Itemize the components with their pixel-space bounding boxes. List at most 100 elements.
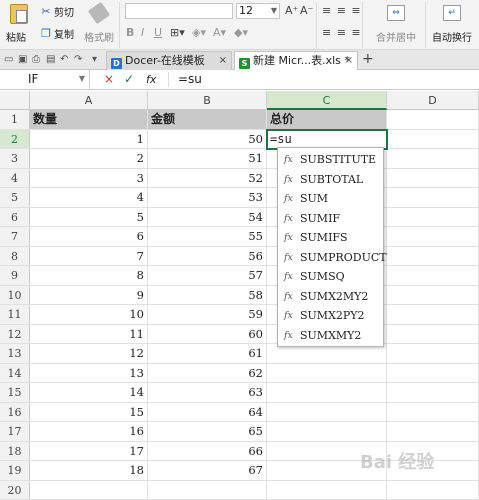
cell-a[interactable]: 8 bbox=[30, 266, 148, 285]
row-number[interactable]: 3 bbox=[0, 149, 30, 168]
cell-c[interactable] bbox=[267, 402, 387, 421]
cell-b[interactable]: 56 bbox=[148, 246, 267, 265]
cell-b[interactable]: 63 bbox=[148, 383, 267, 402]
cell-b[interactable]: 62 bbox=[148, 363, 267, 382]
cell-a[interactable]: 17 bbox=[30, 441, 148, 460]
row-number[interactable]: 12 bbox=[0, 324, 30, 343]
formula-input[interactable]: =su bbox=[178, 70, 202, 89]
text-effect-icon[interactable]: ◆▾ bbox=[234, 26, 248, 40]
autocomplete-item[interactable]: fx SUMPRODUCT bbox=[278, 248, 387, 268]
tab-docer-templates[interactable]: D Docer-在线模板 × bbox=[106, 51, 232, 70]
autocomplete-item[interactable]: fx SUMX2MY2 bbox=[278, 287, 383, 307]
redo-icon[interactable]: ↷ bbox=[74, 53, 82, 67]
row-number[interactable]: 8 bbox=[0, 246, 30, 265]
cell-d[interactable] bbox=[387, 188, 479, 207]
close-icon[interactable]: × bbox=[345, 52, 353, 69]
shrink-font-button[interactable]: A⁻ bbox=[300, 4, 313, 18]
cell-c[interactable]: 总价 bbox=[267, 110, 387, 129]
cell-b[interactable] bbox=[148, 480, 267, 499]
cell-d[interactable] bbox=[387, 266, 479, 285]
cell-a[interactable]: 4 bbox=[30, 188, 148, 207]
cell-b[interactable]: 52 bbox=[148, 168, 267, 187]
cell-d[interactable] bbox=[387, 344, 479, 363]
cell-d[interactable] bbox=[387, 149, 479, 168]
underline-button[interactable]: U bbox=[154, 26, 162, 40]
cell-a[interactable]: 9 bbox=[30, 285, 148, 304]
cell-d[interactable] bbox=[387, 285, 479, 304]
cell-d[interactable] bbox=[387, 324, 479, 343]
open-icon[interactable]: ▭ bbox=[4, 53, 13, 67]
cell-d[interactable] bbox=[387, 207, 479, 226]
grow-font-button[interactable]: A⁺ bbox=[285, 4, 298, 18]
autocomplete-item[interactable]: fx SUMXMY2 bbox=[278, 326, 383, 346]
row-number[interactable]: 7 bbox=[0, 227, 30, 246]
cell-d[interactable] bbox=[387, 110, 479, 129]
cell-d[interactable] bbox=[387, 383, 479, 402]
fill-color-icon[interactable]: ◈▾ bbox=[192, 26, 206, 40]
cell-b[interactable]: 61 bbox=[148, 344, 267, 363]
autocomplete-item[interactable]: fx SUBTOTAL bbox=[278, 170, 383, 190]
cell-d[interactable] bbox=[387, 363, 479, 382]
row-number[interactable]: 11 bbox=[0, 305, 30, 324]
print-icon[interactable]: ⎙ bbox=[32, 53, 40, 67]
cell-b[interactable]: 51 bbox=[148, 149, 267, 168]
cell-a[interactable]: 11 bbox=[30, 324, 148, 343]
cell-a[interactable]: 6 bbox=[30, 227, 148, 246]
autocomplete-item[interactable]: fx SUM bbox=[278, 189, 383, 209]
new-tab-button[interactable]: + bbox=[362, 52, 374, 67]
font-name-select[interactable] bbox=[125, 3, 233, 19]
row-number[interactable]: 6 bbox=[0, 207, 30, 226]
column-header-b[interactable]: B bbox=[148, 91, 267, 110]
italic-button[interactable]: I bbox=[141, 26, 144, 40]
cell-d[interactable] bbox=[387, 129, 479, 148]
format-painter-button[interactable]: 格式刷 bbox=[84, 1, 114, 48]
cancel-icon[interactable]: × bbox=[104, 72, 114, 87]
cell-c[interactable] bbox=[267, 383, 387, 402]
row-number[interactable]: 15 bbox=[0, 383, 30, 402]
cell-b[interactable]: 55 bbox=[148, 227, 267, 246]
customize-arrow-icon[interactable]: ▾ bbox=[92, 53, 97, 67]
row-number[interactable]: 10 bbox=[0, 285, 30, 304]
cell-b[interactable]: 54 bbox=[148, 207, 267, 226]
cell-a[interactable]: 10 bbox=[30, 305, 148, 324]
cell-d[interactable] bbox=[387, 227, 479, 246]
row-number[interactable]: 19 bbox=[0, 461, 30, 480]
copy-button[interactable]: ❐ 复制 bbox=[40, 26, 74, 41]
cell-a[interactable]: 14 bbox=[30, 383, 148, 402]
tab-spreadsheet[interactable]: S 新建 Micr...表.xls * × bbox=[234, 51, 358, 70]
cell-a[interactable] bbox=[30, 480, 148, 499]
cell-a[interactable]: 3 bbox=[30, 168, 148, 187]
cell-d[interactable] bbox=[387, 305, 479, 324]
autocomplete-item[interactable]: fx SUMIFS bbox=[278, 228, 383, 248]
cell-a[interactable]: 13 bbox=[30, 363, 148, 382]
column-header-a[interactable]: A bbox=[30, 91, 148, 110]
select-all-corner[interactable] bbox=[0, 91, 30, 110]
cell-a[interactable]: 15 bbox=[30, 402, 148, 421]
row-number[interactable]: 18 bbox=[0, 441, 30, 460]
print-preview-icon[interactable]: ▤ bbox=[46, 53, 55, 67]
row-number[interactable]: 16 bbox=[0, 402, 30, 421]
cell-c[interactable] bbox=[267, 363, 387, 382]
cell-b[interactable]: 67 bbox=[148, 461, 267, 480]
cell-b[interactable]: 59 bbox=[148, 305, 267, 324]
paste-button[interactable]: 粘贴 bbox=[4, 2, 34, 48]
row-number[interactable]: 2 bbox=[0, 129, 30, 148]
column-header-d[interactable]: D bbox=[387, 91, 479, 110]
row-number[interactable]: 13 bbox=[0, 344, 30, 363]
cell-b[interactable]: 53 bbox=[148, 188, 267, 207]
row-number[interactable]: 17 bbox=[0, 422, 30, 441]
autocomplete-item[interactable]: fx SUMSQ bbox=[278, 267, 383, 287]
cell-a[interactable]: 数量 bbox=[30, 110, 148, 129]
cell-d[interactable] bbox=[387, 422, 479, 441]
row-number[interactable]: 9 bbox=[0, 266, 30, 285]
cell-b[interactable]: 57 bbox=[148, 266, 267, 285]
row-number[interactable]: 20 bbox=[0, 480, 30, 499]
column-header-c[interactable]: C bbox=[267, 91, 387, 110]
cell-c[interactable] bbox=[267, 480, 387, 499]
wrap-text-button[interactable]: ↵ 自动换行 bbox=[424, 2, 479, 48]
row-number[interactable]: 14 bbox=[0, 363, 30, 382]
cell-a[interactable]: 16 bbox=[30, 422, 148, 441]
cell-d[interactable] bbox=[387, 246, 479, 265]
autocomplete-item[interactable]: fx SUBSTITUTE bbox=[278, 150, 383, 170]
cell-b[interactable]: 64 bbox=[148, 402, 267, 421]
